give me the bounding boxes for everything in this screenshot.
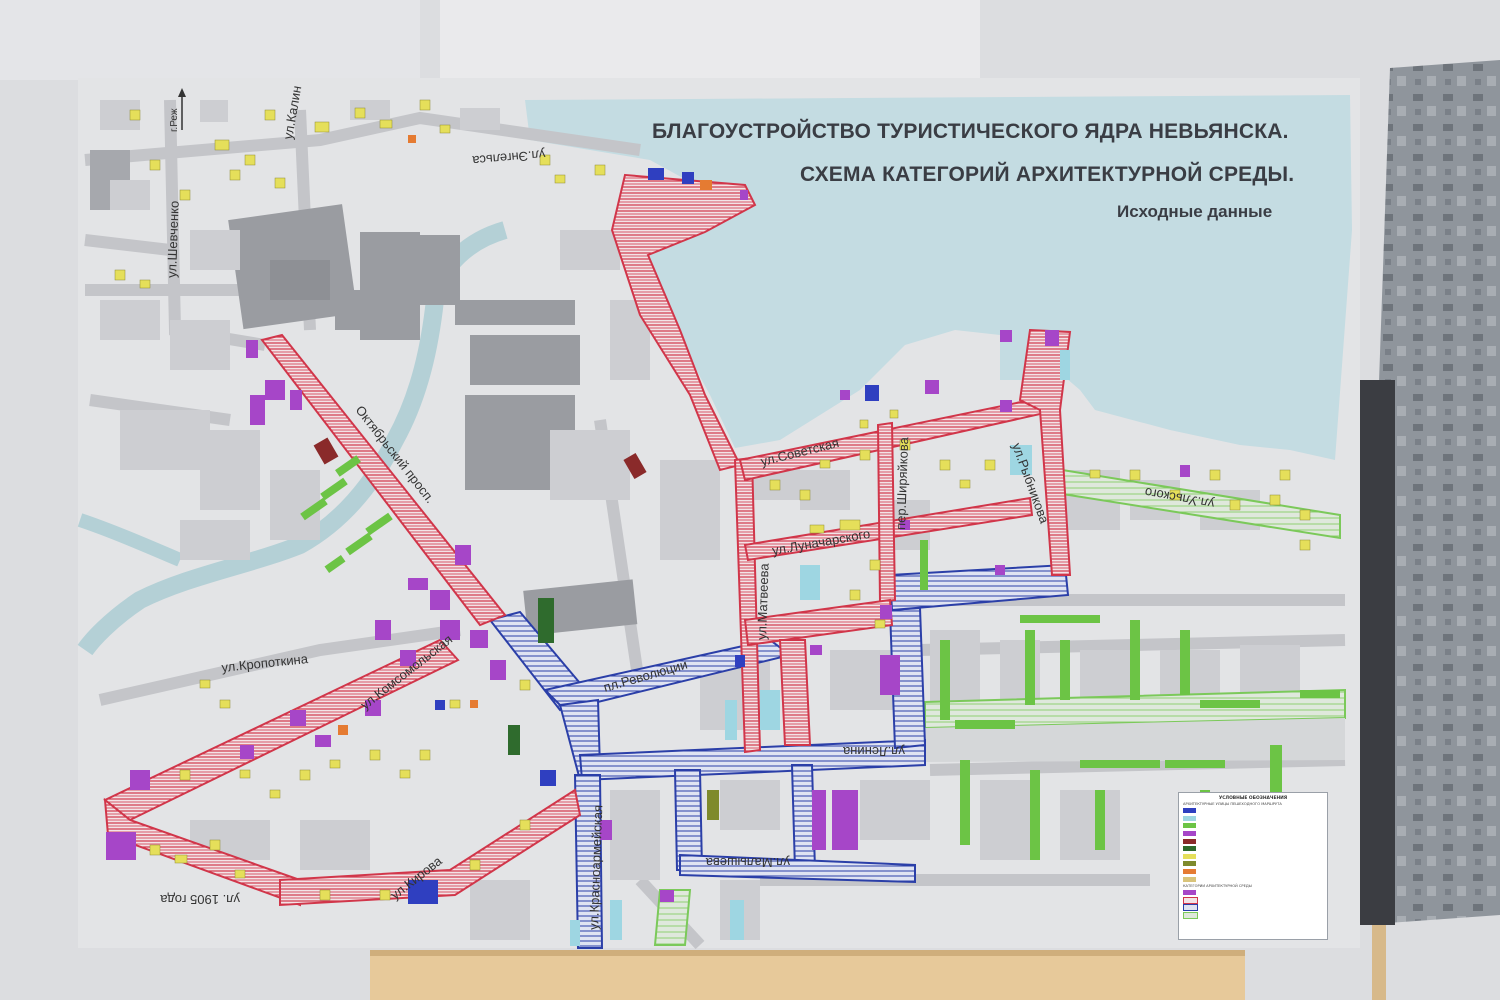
title-line-2: СХЕМА КАТЕГОРИЙ АРХИТЕКТУРНОЙ СРЕДЫ. bbox=[800, 163, 1295, 186]
street-lenina: ул.Ленина bbox=[842, 744, 905, 759]
legend-row bbox=[1179, 904, 1327, 912]
street-rezh: г.Реж bbox=[169, 108, 180, 132]
map-legend: УСЛОВНЫЕ ОБОЗНАЧЕНИЯ АРХИТЕКТУРНЫЕ УЛИЦЫ… bbox=[1178, 792, 1328, 940]
legend-row bbox=[1179, 845, 1327, 853]
legend-row bbox=[1179, 875, 1327, 883]
legend-row bbox=[1179, 912, 1327, 920]
legend-row bbox=[1179, 807, 1327, 815]
street-matveeva: ул.Матвеева bbox=[754, 562, 772, 640]
title-line-1: БЛАГОУСТРОЙСТВО ТУРИСТИЧЕСКОГО ЯДРА НЕВЬ… bbox=[652, 120, 1289, 143]
legend-row bbox=[1179, 868, 1327, 876]
street-malysheva: ул.Малышева bbox=[705, 855, 790, 870]
legend-row bbox=[1179, 896, 1327, 905]
legend-row bbox=[1179, 830, 1327, 838]
street-shevchenko: ул.Шевченко bbox=[164, 201, 182, 279]
legend-row bbox=[1179, 853, 1327, 861]
legend-row bbox=[1179, 837, 1327, 845]
legend-row bbox=[1179, 889, 1327, 897]
subtitle: Исходные данные bbox=[1117, 202, 1273, 221]
legend-title: УСЛОВНЫЕ ОБОЗНАЧЕНИЯ bbox=[1218, 796, 1288, 801]
easel-shelf bbox=[370, 950, 1245, 1000]
legend-row bbox=[1179, 815, 1327, 823]
legend-row bbox=[1179, 822, 1327, 830]
street-1905-goda: ул. 1905 года bbox=[159, 892, 240, 907]
legend-row bbox=[1179, 860, 1327, 868]
